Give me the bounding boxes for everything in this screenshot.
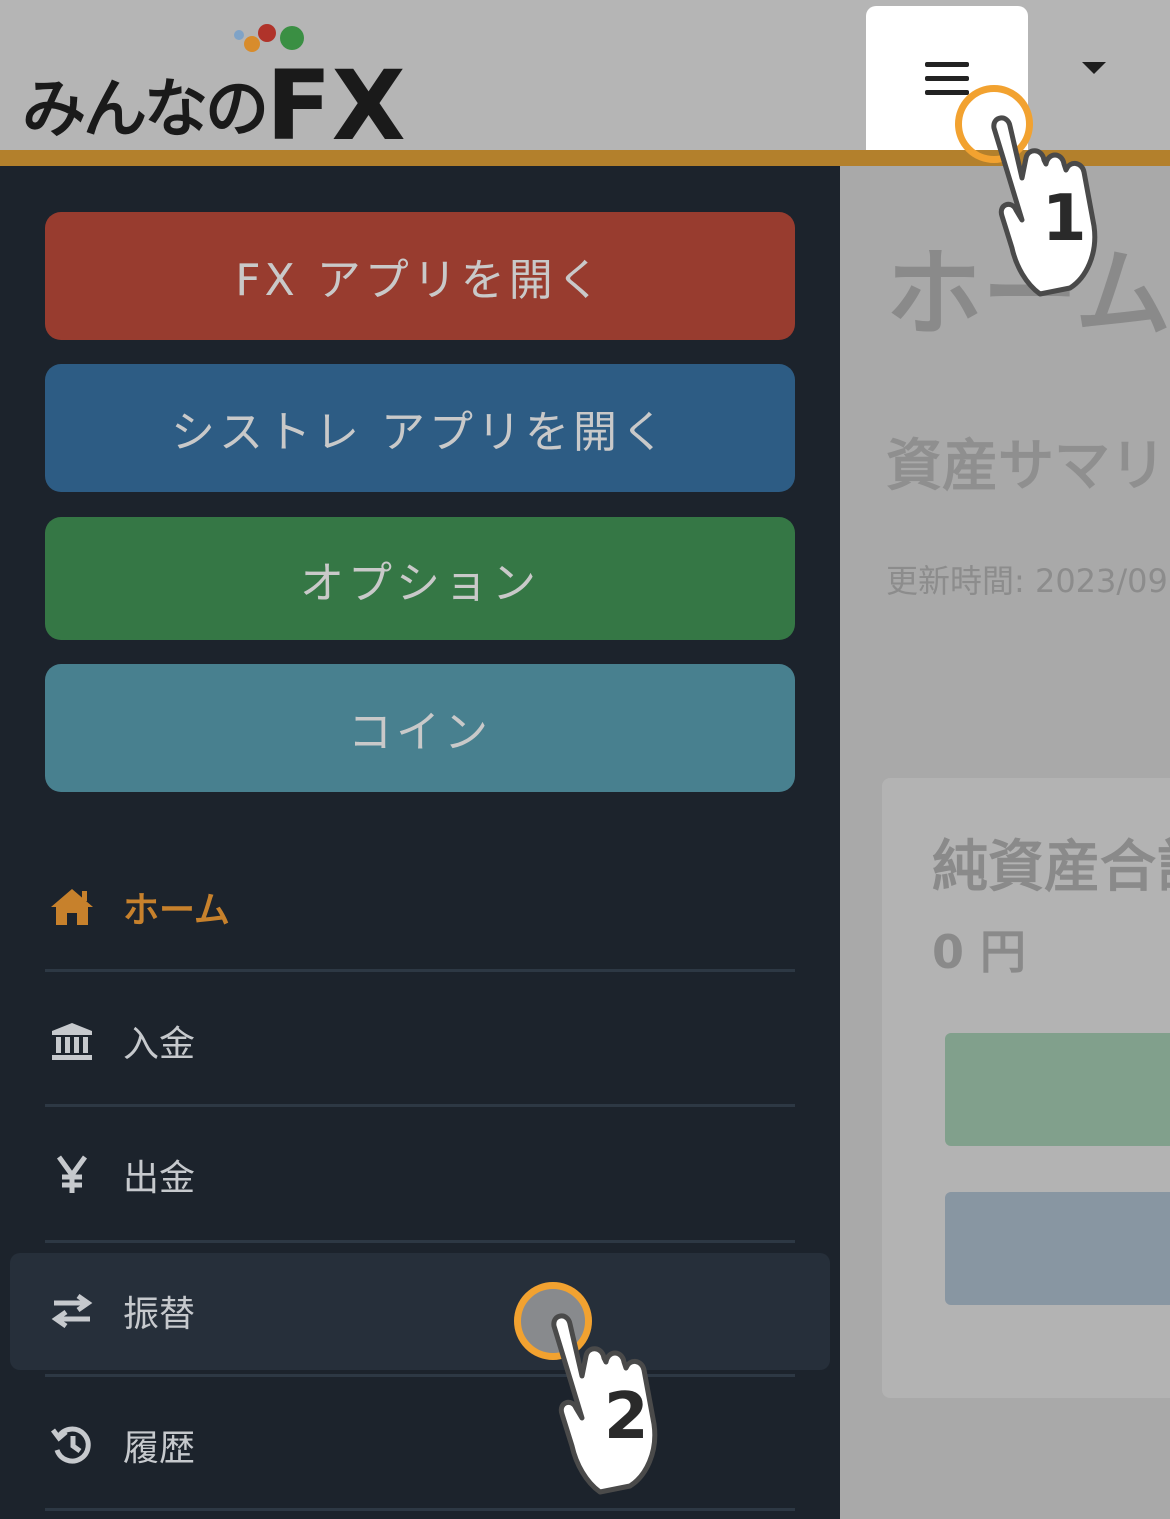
logo-text-main: みんなの [22,73,269,147]
logo-dot [258,24,276,42]
updated-time: 更新時間: 2023/09 [886,562,1168,600]
yen-icon [47,1150,97,1200]
step-number-2: 2 [604,1380,649,1454]
nav-item-label: 出金 [123,1158,196,1199]
divider [45,1508,795,1511]
coin-button[interactable]: コイン [45,664,795,792]
open-systre-app-button[interactable]: シストレ アプリを開く [45,364,795,492]
transfer-arrows-icon [47,1286,97,1336]
bank-icon [47,1016,97,1066]
divider [45,1240,795,1243]
divider [45,969,795,972]
history-icon [47,1420,97,1470]
nav-item-label: 振替 [123,1294,196,1335]
home-icon [47,882,97,932]
card-button-green[interactable] [945,1033,1170,1146]
hamburger-icon [925,62,969,104]
nav-item-withdraw[interactable]: 出金 [45,1108,795,1242]
minna-no-fx-logo[interactable]: みんなのFX [22,22,452,162]
asset-summary-title: 資産サマリー [886,434,1170,499]
nav-item-label: ホーム [123,890,230,931]
nav-item-label: 履歴 [123,1428,196,1469]
caret-down-icon[interactable] [1082,62,1106,74]
divider [45,1104,795,1107]
card-button-blue[interactable] [945,1192,1170,1305]
open-fx-app-button[interactable]: FX アプリを開く [45,212,795,340]
net-assets-title: 純資産合計 [932,835,1170,900]
logo-text: みんなのFX [22,42,406,162]
option-button[interactable]: オプション [45,517,795,640]
step-number-1: 1 [1042,182,1087,256]
main-content-dimmed: ホーム 資産サマリー 更新時間: 2023/09 純資産合計 0 円 [840,166,1170,1519]
logo-dot [234,30,244,40]
nav-item-home[interactable]: ホーム [45,840,795,974]
nav-item-label: 入金 [123,1024,196,1065]
logo-text-fx: FX [266,50,406,162]
net-assets-value: 0 円 [932,925,1027,979]
nav-item-deposit[interactable]: 入金 [45,974,795,1108]
